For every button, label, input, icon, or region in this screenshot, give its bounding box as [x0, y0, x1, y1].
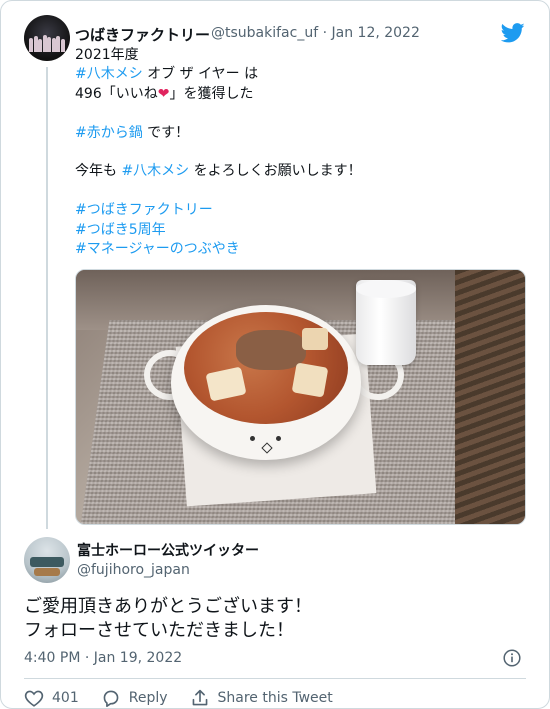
hashtag-link[interactable]: #つばきファクトリー: [75, 202, 213, 218]
reply-timestamp[interactable]: 4:40 PM · Jan 19, 2022: [24, 650, 182, 666]
tweet-line-text: 496「いいね: [75, 85, 158, 102]
heart-icon: [24, 690, 44, 707]
tweet-line: 今年も #八木メシ をよろしくお願いします！: [75, 162, 515, 181]
hashtag-link[interactable]: #マネージャーのつぶやき: [75, 241, 240, 257]
author-avatar[interactable]: [24, 15, 70, 61]
author-handle[interactable]: @tsubakifac_uf: [211, 25, 318, 41]
tweet-line-empty: [75, 143, 515, 162]
tweet-line-empty: [75, 182, 515, 201]
reply-label: Reply: [128, 690, 168, 706]
tweet-line-text: オブ ザ イヤー は: [142, 66, 259, 83]
hashtag-link[interactable]: #つばき5周年: [75, 222, 166, 238]
like-button[interactable]: 401: [24, 689, 79, 707]
tweet-line: #マネージャーのつぶやき: [75, 240, 515, 259]
tofu: [302, 328, 328, 350]
author-name[interactable]: つばきファクトリー: [75, 24, 210, 45]
glass-rim: [356, 280, 416, 298]
action-bar: 401 Reply Share this Tweet: [24, 688, 355, 708]
reply-author-handle[interactable]: @fujihoro_japan: [77, 562, 190, 578]
tweet-line: #八木メシ オブ ザ イヤー は: [75, 65, 515, 84]
tweet-line-text: 今年も: [75, 163, 122, 180]
reply-icon: [103, 690, 119, 707]
embedded-tweet-card: つばきファクトリー @tsubakifac_uf · Jan 12, 2022 …: [0, 0, 550, 709]
author-handle-date[interactable]: @tsubakifac_uf · Jan 12, 2022: [211, 25, 420, 41]
hashtag-link[interactable]: #八木メシ: [75, 66, 143, 82]
tweet-line-text: 2021年度: [75, 47, 139, 63]
twitter-bird-icon[interactable]: [501, 23, 525, 43]
tweet-line-text: をよろしくお願いします！: [189, 163, 362, 180]
tweet-line: 496「いいね❤」を獲得した: [75, 85, 515, 104]
tweet-line-empty: [75, 104, 515, 123]
divider: [24, 678, 526, 679]
reply-line: フォローさせていただきました！: [24, 620, 294, 641]
tweet-line: #赤から鍋 です！: [75, 124, 515, 143]
tweet-line-text: です！: [142, 124, 190, 141]
tweet-line: 2021年度: [75, 46, 515, 65]
reply-button[interactable]: Reply: [101, 689, 168, 707]
reply-line: ご愛用頂きありがとうございます！: [24, 596, 312, 617]
red-heart-emoji-icon: ❤: [157, 85, 170, 102]
tweet-text: 2021年度 #八木メシ オブ ザ イヤー は 496「いいね❤」を獲得した #…: [75, 46, 515, 259]
tofu: [291, 362, 329, 398]
like-count: 401: [52, 690, 79, 706]
hashtag-link[interactable]: #赤から鍋: [75, 125, 143, 141]
wicker-basket: [455, 270, 525, 524]
hashtag-link[interactable]: #八木メシ: [121, 163, 189, 179]
thread-line: [46, 67, 48, 529]
info-icon[interactable]: [503, 649, 521, 667]
tweet-date[interactable]: Jan 12, 2022: [332, 25, 420, 41]
pot-face: [236, 432, 296, 454]
reply-text: ご愛用頂きありがとうございます！ フォローさせていただきました！: [24, 595, 312, 643]
reply-author-name[interactable]: 富士ホーロー公式ツイッター: [77, 540, 259, 560]
tweet-line: #つばき5周年: [75, 221, 515, 240]
share-button[interactable]: Share this Tweet: [190, 689, 333, 707]
tweet-line: #つばきファクトリー: [75, 201, 515, 220]
share-icon: [192, 689, 207, 706]
tweet-line-text: 」を獲得した: [169, 85, 254, 102]
tweet-photo[interactable]: [75, 269, 526, 525]
share-label: Share this Tweet: [217, 690, 333, 706]
separator: ·: [318, 25, 332, 41]
reply-author-avatar[interactable]: [24, 537, 70, 583]
meat: [236, 330, 306, 370]
